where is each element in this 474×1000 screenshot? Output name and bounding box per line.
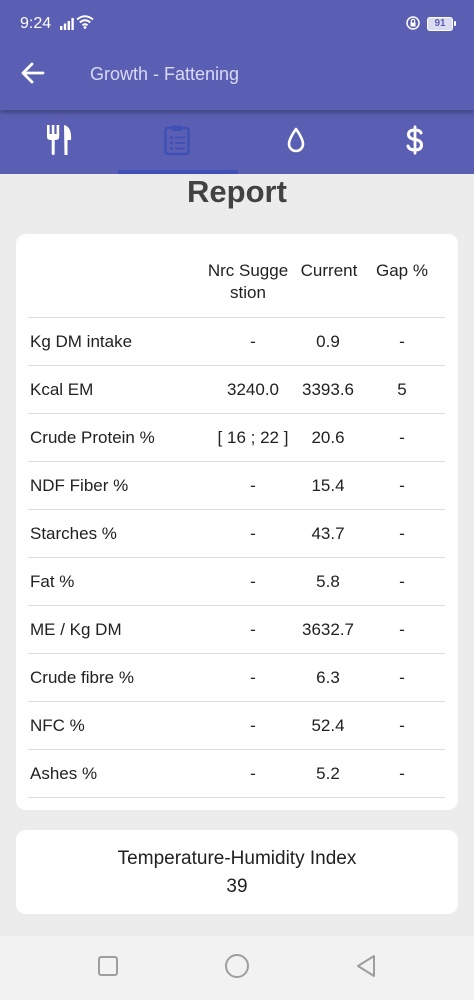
row-nrc-value: -: [250, 476, 256, 495]
row-label: Crude fibre %: [30, 668, 134, 687]
report-title: Report: [187, 174, 287, 209]
row-nrc-value: -: [250, 716, 256, 735]
row-label: Crude Protein %: [30, 428, 155, 447]
row-nrc-value: -: [250, 668, 256, 687]
row-nrc-value: -: [250, 524, 256, 543]
table-row: Ashes % - 5.2 -: [28, 750, 445, 798]
status-time: 9:24: [20, 15, 52, 32]
system-back-button[interactable]: [352, 954, 380, 982]
table-row: Kg DM intake - 0.9 -: [28, 318, 445, 366]
tab-cost[interactable]: [356, 110, 474, 174]
clipboard-icon: [163, 124, 191, 161]
row-gap-value: -: [399, 764, 405, 783]
report-card: Nrc Sugge stion Current Gap % Kg DM inta…: [16, 234, 458, 810]
row-current-value: 3632.7: [302, 620, 354, 639]
column-header-gap: Gap %: [376, 261, 428, 280]
system-nav-bar: [0, 936, 474, 1000]
row-nrc-value: -: [250, 764, 256, 783]
row-current-value: 15.4: [311, 476, 345, 495]
row-gap-value: -: [399, 668, 405, 687]
back-triangle-icon: [355, 954, 377, 983]
table-body: Kg DM intake - 0.9 - Kcal EM 3240.0 3393…: [28, 318, 445, 798]
column-header-nrc-suggestion: Nrc Sugge stion: [207, 261, 289, 302]
row-gap-value: 5: [397, 380, 407, 399]
row-gap-value: -: [399, 476, 405, 495]
row-label: NDF Fiber %: [30, 476, 129, 495]
table-row: NFC % - 52.4 -: [28, 702, 445, 750]
table-header: Nrc Sugge stion Current Gap %: [28, 256, 445, 318]
table-row: Fat % - 5.8 -: [28, 558, 445, 606]
row-gap-value: -: [399, 572, 405, 591]
row-gap-value: -: [399, 332, 405, 351]
thi-card: Temperature-Humidity Index 39: [16, 830, 458, 914]
home-icon: [224, 953, 250, 984]
row-current-value: 52.4: [311, 716, 345, 735]
row-label: Ashes %: [30, 764, 98, 783]
tab-water[interactable]: [237, 110, 355, 174]
wifi-icon: [76, 15, 94, 34]
table-row: Starches % - 43.7 -: [28, 510, 445, 558]
row-nrc-value: 3240.0: [227, 380, 279, 399]
row-gap-value: -: [399, 716, 405, 735]
app-bar: Growth - Fattening: [0, 40, 474, 110]
row-gap-value: -: [399, 620, 405, 639]
water-drop-icon: [286, 126, 306, 159]
row-current-value: 3393.6: [302, 380, 354, 399]
thi-label: Temperature-Humidity Index: [117, 848, 357, 869]
row-gap-value: -: [399, 428, 405, 447]
row-nrc-value: -: [250, 332, 256, 351]
dollar-icon: [404, 124, 426, 161]
row-label: NFC %: [30, 716, 85, 735]
column-header-current: Current: [300, 261, 358, 280]
tab-feed[interactable]: [0, 110, 118, 174]
lock-icon: [406, 16, 420, 35]
row-current-value: 43.7: [311, 524, 345, 543]
arrow-left-icon: [21, 62, 45, 89]
signal-icon: [60, 17, 74, 35]
row-label: Kcal EM: [30, 380, 94, 399]
table-row: Kcal EM 3240.0 3393.6 5: [28, 366, 445, 414]
row-label: Fat %: [30, 572, 75, 591]
row-current-value: 5.8: [316, 572, 340, 591]
battery-icon: 91: [427, 17, 456, 31]
row-current-value: 5.2: [316, 764, 340, 783]
row-label: ME / Kg DM: [30, 620, 122, 639]
row-current-value: 20.6: [311, 428, 345, 447]
content-area[interactable]: Report Nrc Sugge stion Current Gap % Kg …: [0, 174, 474, 936]
table-row: NDF Fiber % - 15.4 -: [28, 462, 445, 510]
recent-apps-button[interactable]: [94, 954, 122, 982]
row-nrc-value: -: [250, 572, 256, 591]
row-nrc-value: [ 16 ; 22 ]: [217, 428, 289, 447]
table-row: Crude fibre % - 6.3 -: [28, 654, 445, 702]
tab-bar: [0, 110, 474, 174]
row-gap-value: -: [399, 524, 405, 543]
row-label: Starches %: [30, 524, 117, 543]
tab-report[interactable]: [118, 110, 236, 174]
table-row: Crude Protein % [ 16 ; 22 ] 20.6 -: [28, 414, 445, 462]
back-button[interactable]: [16, 58, 50, 92]
thi-value: 39: [226, 876, 248, 897]
page-title: Growth - Fattening: [90, 64, 240, 84]
row-current-value: 0.9: [316, 332, 340, 351]
row-current-value: 6.3: [316, 668, 340, 687]
row-nrc-value: -: [250, 620, 256, 639]
table-row: ME / Kg DM - 3632.7 -: [28, 606, 445, 654]
fork-knife-icon: [45, 124, 73, 161]
home-button[interactable]: [223, 953, 251, 984]
recent-apps-icon: [97, 955, 119, 982]
row-label: Kg DM intake: [30, 332, 133, 351]
